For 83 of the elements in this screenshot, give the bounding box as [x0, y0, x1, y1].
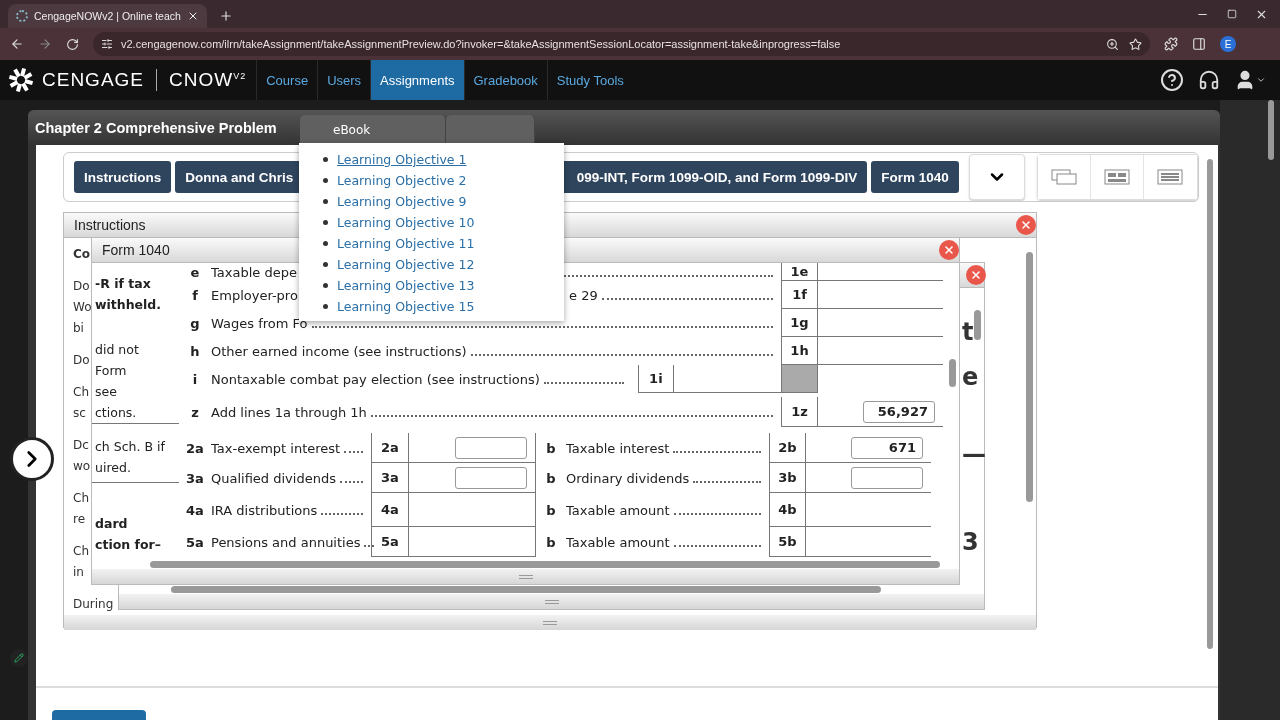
line-letter: z: [190, 403, 200, 422]
line-number: 1i: [637, 365, 674, 392]
line-number: 1z: [781, 397, 818, 427]
line-label: Other earned income (see instructions): [211, 343, 467, 359]
line-letter: b: [545, 501, 557, 520]
line-label: Wages from Fo: [211, 315, 308, 331]
instruction-text: Ch in: [73, 543, 89, 581]
line-number: 1f: [781, 281, 818, 309]
menu-link[interactable]: Learning Objective 15: [337, 299, 475, 314]
line-label: Add lines 1a through 1h: [211, 404, 367, 420]
section-tab[interactable]: Form 1040: [871, 161, 959, 193]
instruction-text: Ch sc: [73, 384, 89, 422]
nav-link[interactable]: Study Tools: [546, 60, 633, 100]
browser-tab[interactable]: CengageNOWv2 | Online teach: [8, 4, 207, 28]
line-label: Taxable amount: [566, 534, 670, 550]
document-text: —: [962, 439, 986, 469]
line-number: 2b: [769, 433, 806, 463]
line-label: Taxable amount: [566, 502, 670, 518]
line-number: 4b: [769, 493, 806, 527]
line-letter: f: [191, 286, 199, 305]
line-number: 3a: [371, 463, 409, 493]
line-letter: i: [191, 370, 199, 389]
margin-note: did not Form see ctions.: [95, 341, 139, 423]
document-text: e: [962, 362, 979, 392]
panel-title: Instructions: [74, 217, 146, 233]
line-number: 1e: [781, 263, 818, 281]
line-label: IRA distributions: [211, 502, 318, 518]
instruction-text: Ch re: [73, 490, 89, 528]
margin-note: -R if tax withheld.: [95, 275, 162, 314]
menu-link[interactable]: Learning Objective 12: [337, 257, 475, 272]
line-number: 5a: [185, 533, 205, 552]
menu-link[interactable]: Learning Objective 13: [337, 278, 475, 293]
line-label: Taxable depe: [211, 264, 297, 280]
line-label: Pensions and annuities: [211, 534, 361, 550]
instruction-text: Do: [73, 352, 90, 369]
menu-link[interactable]: Learning Objective 2: [337, 173, 467, 188]
line-number: 4a: [185, 501, 205, 520]
amount-field[interactable]: 56,927: [863, 400, 935, 423]
line-number: 3a: [185, 469, 205, 488]
line-label: Employer-pro: [211, 287, 299, 303]
line-number: 2a: [185, 439, 205, 458]
line-label: Nontaxable combat pay election (see instructions): [211, 371, 540, 387]
line-label: Ordinary dividends: [566, 470, 690, 486]
line-letter: b: [545, 533, 557, 552]
window-title: Form 1040: [102, 242, 170, 258]
line-number: 5b: [769, 527, 806, 557]
menu-link[interactable]: Learning Objective 9: [337, 194, 467, 209]
nav-link[interactable]: Course: [256, 60, 318, 100]
nav-link[interactable]: Assignments: [370, 60, 464, 100]
instruction-text: During: [73, 596, 114, 613]
amount-field[interactable]: 671: [851, 436, 923, 459]
line-letter: g: [189, 314, 201, 333]
instruction-text: Do Wo bi: [73, 278, 92, 337]
line-letter: h: [189, 342, 201, 361]
line-label: e 29: [569, 287, 598, 303]
line-number: 4a: [371, 493, 409, 527]
document-text: t: [962, 318, 974, 347]
menu-link[interactable]: Learning Objective 10: [337, 215, 475, 230]
line-letter: e: [189, 263, 201, 281]
section-tab[interactable]: Instructions: [74, 161, 172, 193]
instruction-text: Dc wo: [73, 437, 91, 475]
brand-name: CENGAGE: [42, 69, 145, 91]
line-letter: b: [545, 439, 557, 458]
line-number: 3b: [769, 463, 806, 493]
margin-note: dard ction for–: [95, 514, 161, 554]
ebook-tab[interactable]: eBook: [300, 115, 446, 145]
margin-note: ch Sch. B if uired.: [95, 438, 165, 478]
assignment-title: Chapter 2 Comprehensive Problem: [35, 119, 278, 136]
line-label: Taxable interest: [566, 440, 670, 456]
line-label: Qualified dividends: [211, 470, 336, 486]
line-number: 5a: [371, 527, 409, 557]
product-name: CNOW$^{V2}$: [169, 69, 247, 91]
nav-link[interactable]: Gradebook: [463, 60, 547, 100]
profile-avatar[interactable]: E: [1220, 36, 1236, 52]
instruction-text: Co: [73, 246, 91, 263]
line-number: 1g: [781, 309, 818, 337]
line-letter: b: [545, 469, 557, 488]
menu-link[interactable]: Learning Objective 1: [337, 152, 467, 167]
menu-link[interactable]: Learning Objective 11: [337, 236, 475, 251]
address-bar[interactable]: v2.cengagenow.com/ilrn/takeAssignment/takeAssignmentPreview.do?invoker=&takeAssignmentSessionLocator=assignment-take&inprogress=false: [93, 32, 1150, 56]
document-text: 3: [962, 528, 979, 558]
line-label: Tax-exempt interest: [211, 440, 341, 456]
line-number: 2a: [371, 433, 409, 463]
